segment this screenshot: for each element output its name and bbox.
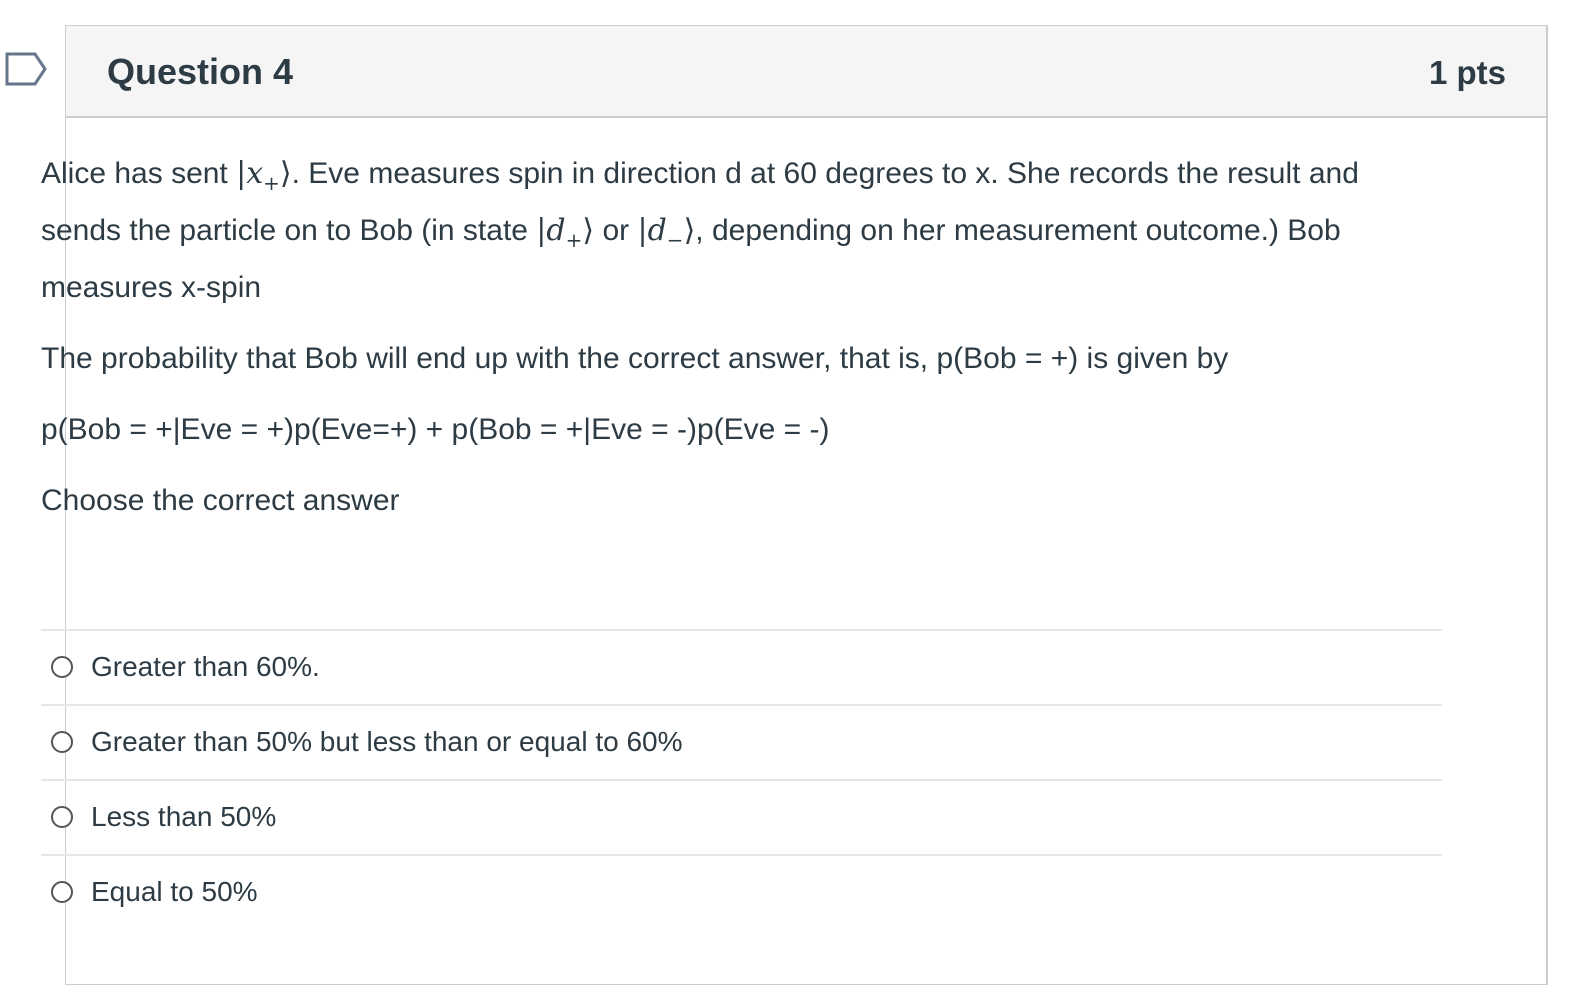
question-title: Question 4 <box>107 51 294 92</box>
answer-label[interactable]: Less than 50% <box>91 797 276 837</box>
question-instruction: Choose the correct answer <box>41 484 400 517</box>
flag-icon[interactable] <box>5 52 47 86</box>
answer-label[interactable]: Greater than 50% but less than or equal … <box>91 722 683 762</box>
answer-option[interactable]: Equal to 50% <box>41 854 1442 929</box>
answer-label[interactable]: Equal to 50% <box>91 872 258 912</box>
answer-option[interactable]: Greater than 50% but less than or equal … <box>41 704 1442 779</box>
answer-option[interactable]: Greater than 60%. <box>41 629 1442 704</box>
radio-button[interactable] <box>51 806 73 828</box>
question-text: Alice has sent |x+⟩. Eve measures spin i… <box>41 150 1441 525</box>
question-points: 1 pts <box>1428 54 1506 91</box>
ket-x-plus: |x+⟩ <box>236 156 292 195</box>
radio-button[interactable] <box>51 881 73 903</box>
radio-button[interactable] <box>51 731 73 753</box>
question-formula: p(Bob = +|Eve = +)p(Eve=+) + p(Bob = +|E… <box>41 413 830 446</box>
ket-d-plus: |d+⟩ <box>536 213 595 252</box>
question-header: Question 4 1 pts <box>66 26 1546 118</box>
radio-button[interactable] <box>51 656 73 678</box>
question-paragraph-2: The probability that Bob will end up wit… <box>41 342 1229 375</box>
text-fragment: Alice has sent <box>41 157 237 190</box>
answer-option[interactable]: Less than 50% <box>41 779 1442 854</box>
answer-list: Greater than 60%. Greater than 50% but l… <box>41 629 1442 929</box>
answer-label[interactable]: Greater than 60%. <box>91 647 320 687</box>
question-paragraph-1: Alice has sent |x+⟩. Eve measures spin i… <box>41 150 1441 312</box>
ket-d-minus: |d−⟩ <box>637 213 696 252</box>
text-fragment: or <box>594 214 638 247</box>
